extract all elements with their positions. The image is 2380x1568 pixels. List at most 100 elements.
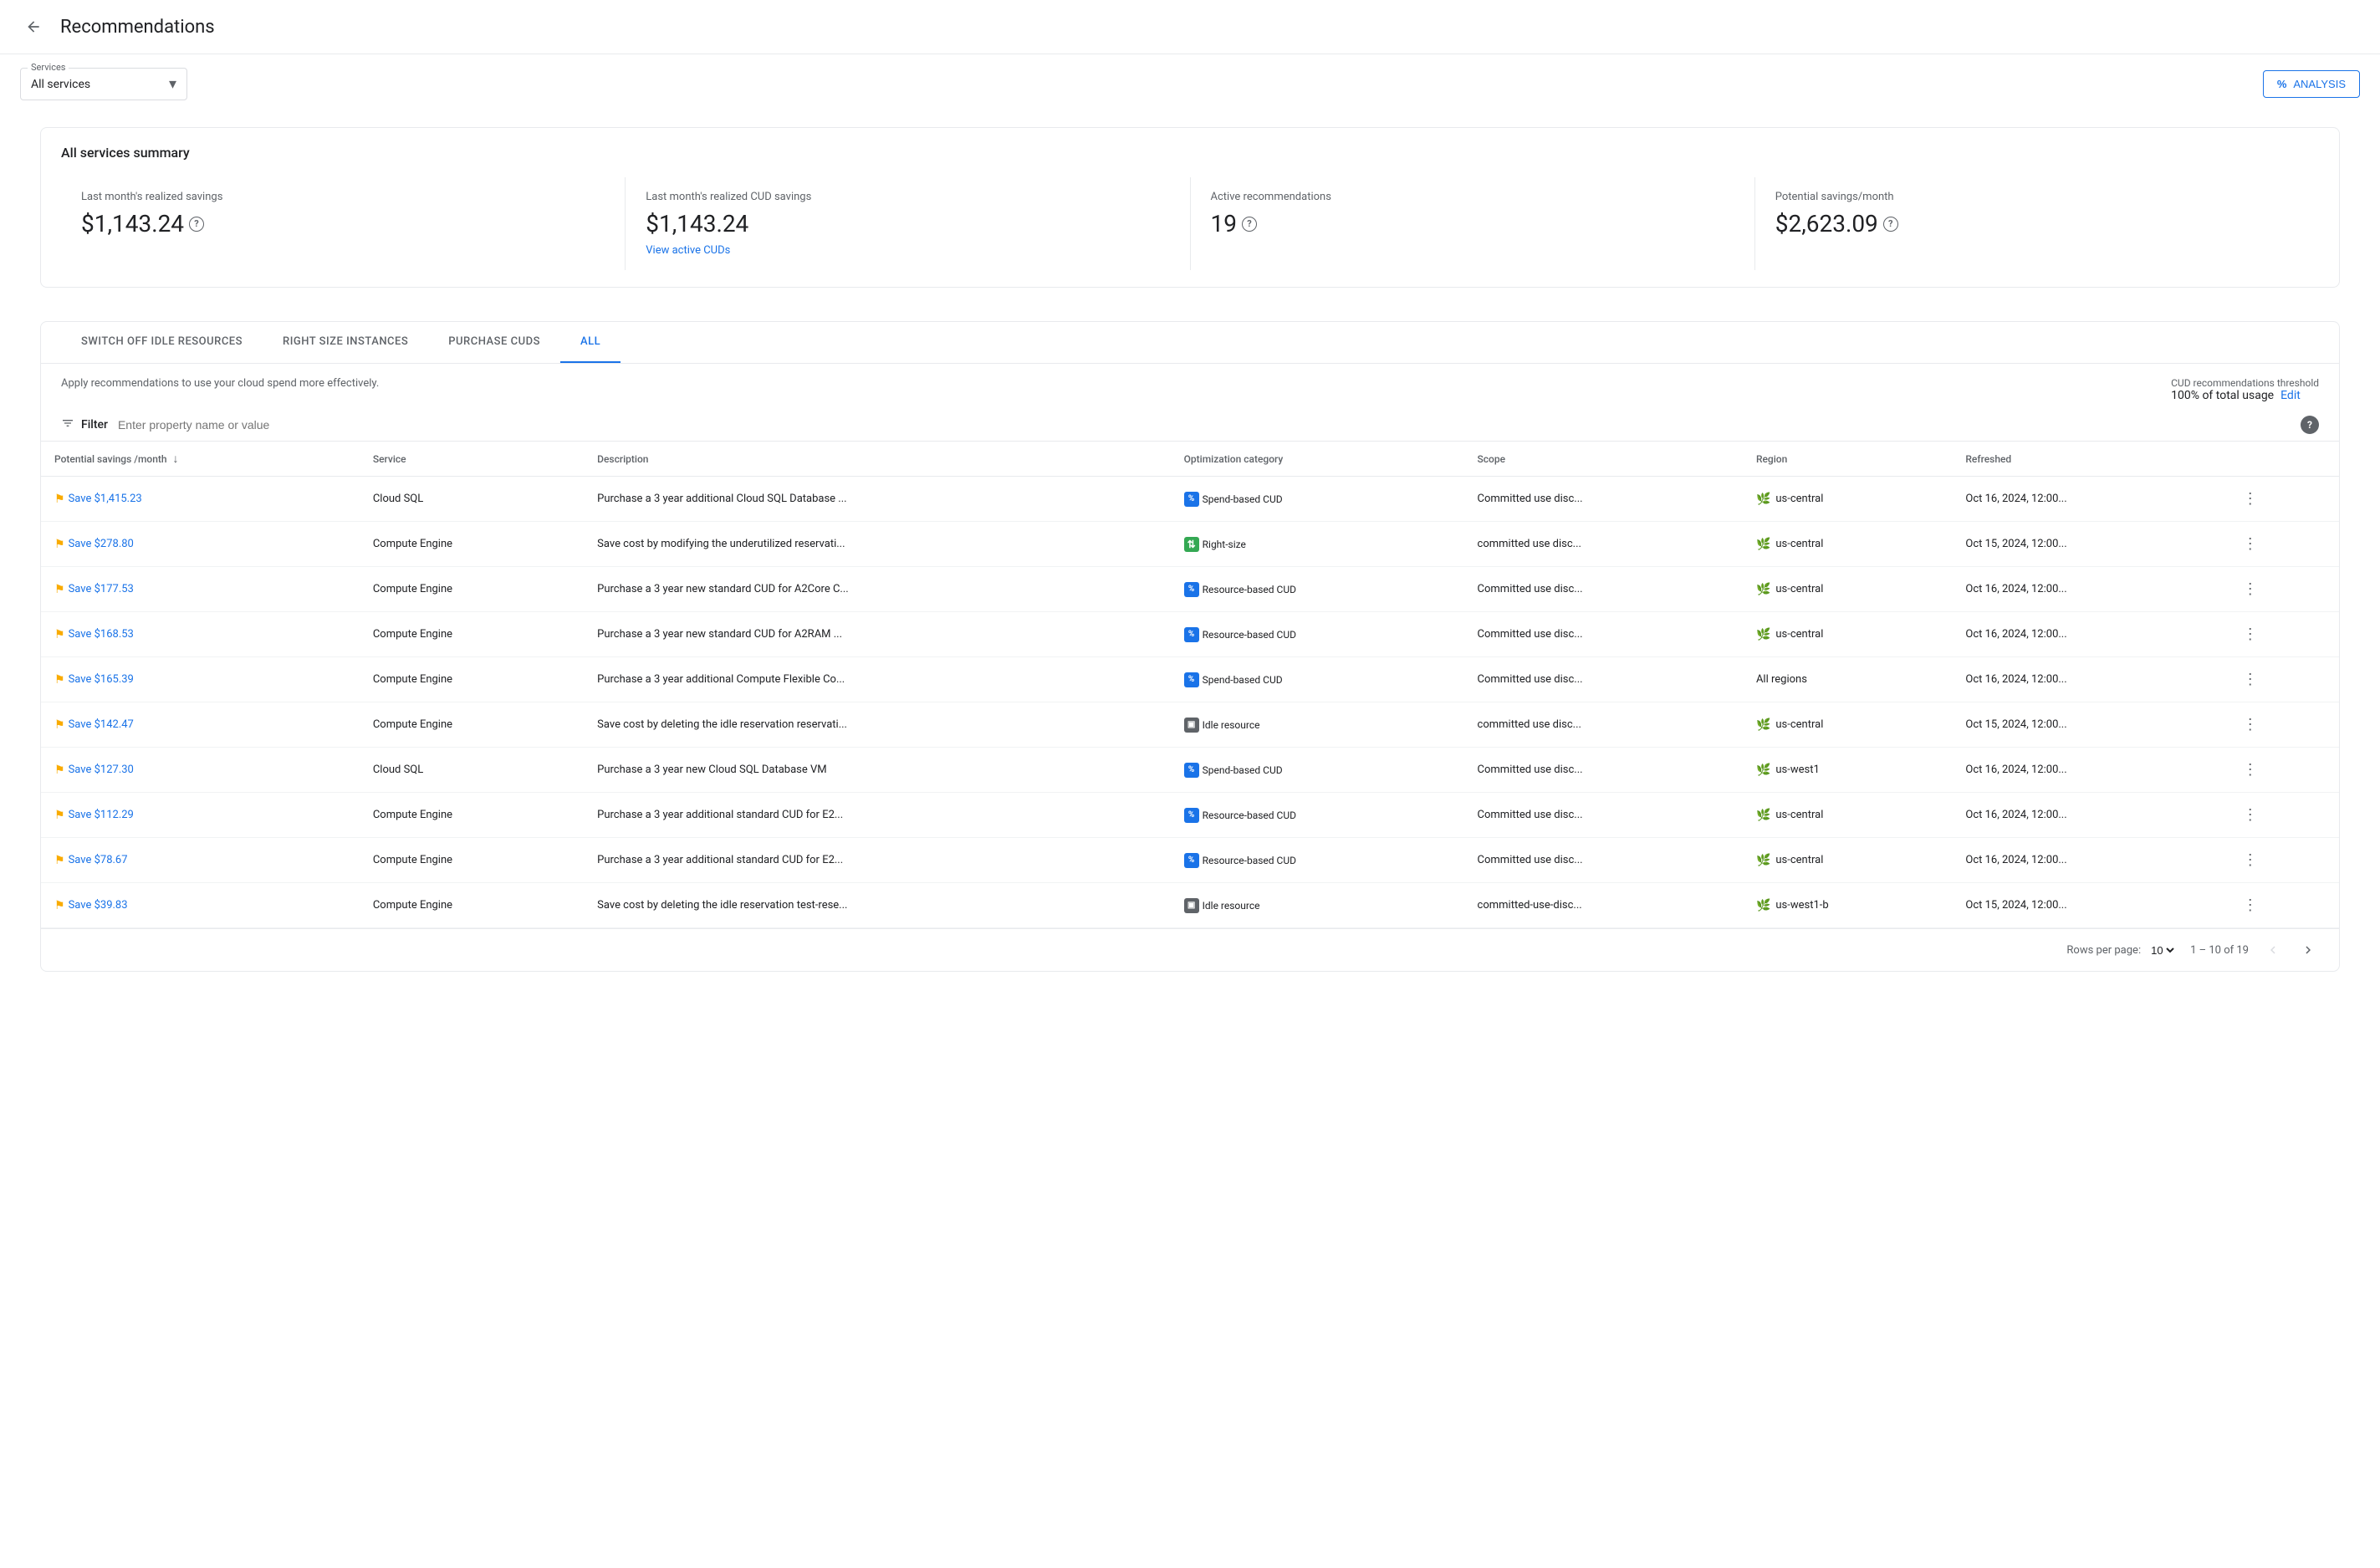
optimization-label: Spend-based CUD: [1203, 674, 1283, 686]
savings-link[interactable]: Save $1,415.23: [69, 493, 142, 505]
more-actions-button[interactable]: ⋮: [2236, 848, 2265, 872]
page-title: Recommendations: [60, 17, 215, 38]
summary-card-realized-savings: Last month's realized savings $1,143.24 …: [61, 177, 626, 270]
more-actions-button[interactable]: ⋮: [2236, 622, 2265, 646]
cell-region: 🌿 us-west1: [1743, 748, 1952, 793]
optimization-label: Right-size: [1203, 539, 1246, 550]
previous-page-button[interactable]: [2262, 939, 2284, 961]
realized-savings-help-icon[interactable]: ?: [189, 217, 204, 232]
col-region: Region: [1743, 442, 1952, 477]
cell-optimization: % Spend-based CUD: [1171, 748, 1464, 793]
cell-region: 🌿 us-central: [1743, 702, 1952, 748]
more-actions-button[interactable]: ⋮: [2236, 893, 2265, 917]
cell-refreshed: Oct 15, 2024, 12:00...: [1952, 883, 2222, 928]
services-dropdown[interactable]: Services All services ▾: [20, 68, 187, 100]
cell-actions: ⋮: [2223, 793, 2339, 838]
potential-savings-help-icon[interactable]: ?: [1883, 217, 1898, 232]
flag-icon: ⚑: [54, 718, 65, 732]
col-description: Description: [584, 442, 1170, 477]
table-row: ⚑ Save $168.53 Compute Engine Purchase a…: [41, 612, 2339, 657]
table-row: ⚑ Save $112.29 Compute Engine Purchase a…: [41, 793, 2339, 838]
filter-bar: Filter ?: [41, 409, 2339, 442]
table-row: ⚑ Save $39.83 Compute Engine Save cost b…: [41, 883, 2339, 928]
optimization-label: Idle resource: [1203, 900, 1260, 912]
region-leaf-icon: 🌿: [1756, 854, 1770, 867]
cell-savings: ⚑ Save $39.83: [41, 883, 360, 928]
savings-link[interactable]: Save $168.53: [69, 628, 134, 641]
savings-link[interactable]: Save $142.47: [69, 718, 134, 731]
cell-scope: committed-use-disc...: [1464, 883, 1743, 928]
more-actions-button[interactable]: ⋮: [2236, 532, 2265, 556]
cell-optimization: % Resource-based CUD: [1171, 612, 1464, 657]
cell-service: Cloud SQL: [360, 748, 584, 793]
cell-actions: ⋮: [2223, 838, 2339, 883]
savings-link[interactable]: Save $165.39: [69, 673, 134, 686]
savings-link[interactable]: Save $278.80: [69, 538, 134, 550]
filter-label: Filter: [81, 418, 108, 432]
view-active-cuds-link[interactable]: View active CUDs: [646, 244, 1169, 257]
more-actions-button[interactable]: ⋮: [2236, 667, 2265, 692]
pagination: Rows per page: 10 25 50 1 – 10 of 19: [41, 928, 2339, 971]
table-row: ⚑ Save $1,415.23 Cloud SQL Purchase a 3 …: [41, 477, 2339, 522]
optimization-label: Resource-based CUD: [1203, 629, 1296, 641]
filter-input[interactable]: [118, 418, 2301, 432]
region-label: us-central: [1775, 718, 1823, 731]
more-actions-button[interactable]: ⋮: [2236, 487, 2265, 511]
analysis-button[interactable]: % ANALYSIS: [2263, 70, 2360, 98]
cell-savings: ⚑ Save $177.53: [41, 567, 360, 612]
more-actions-button[interactable]: ⋮: [2236, 577, 2265, 601]
more-actions-button[interactable]: ⋮: [2236, 712, 2265, 737]
analysis-button-label: ANALYSIS: [2293, 78, 2346, 90]
cell-region: 🌿 us-central: [1743, 612, 1952, 657]
savings-link[interactable]: Save $78.67: [69, 854, 128, 866]
tabs-bar: SWITCH OFF IDLE RESOURCES RIGHT SIZE INS…: [41, 322, 2339, 364]
tab-purchase-cuds[interactable]: PURCHASE CUDS: [428, 322, 560, 363]
cell-region: 🌿 us-central: [1743, 522, 1952, 567]
flag-icon: ⚑: [54, 854, 65, 867]
cell-savings: ⚑ Save $278.80: [41, 522, 360, 567]
more-actions-button[interactable]: ⋮: [2236, 758, 2265, 782]
potential-savings-label: Potential savings/month: [1775, 191, 2299, 203]
cell-description: Save cost by deleting the idle reservati…: [584, 883, 1170, 928]
page-info: 1 – 10 of 19: [2190, 944, 2249, 957]
cell-refreshed: Oct 16, 2024, 12:00...: [1952, 612, 2222, 657]
flag-icon: ⚑: [54, 493, 65, 506]
recommendations-section: SWITCH OFF IDLE RESOURCES RIGHT SIZE INS…: [20, 321, 2360, 972]
savings-link[interactable]: Save $39.83: [69, 899, 128, 912]
cell-refreshed: Oct 16, 2024, 12:00...: [1952, 657, 2222, 702]
tab-right-size[interactable]: RIGHT SIZE INSTANCES: [263, 322, 428, 363]
cell-description: Purchase a 3 year additional standard CU…: [584, 838, 1170, 883]
region-leaf-icon: 🌿: [1756, 899, 1770, 912]
savings-link[interactable]: Save $112.29: [69, 809, 134, 821]
next-page-button[interactable]: [2297, 939, 2319, 961]
more-actions-button[interactable]: ⋮: [2236, 803, 2265, 827]
rows-per-page-select[interactable]: 10 25 50: [2148, 943, 2177, 958]
region-label: us-central: [1775, 809, 1823, 821]
filter-help-icon[interactable]: ?: [2301, 416, 2319, 434]
tab-all[interactable]: ALL: [560, 322, 621, 363]
table-description: Apply recommendations to use your cloud …: [61, 377, 379, 390]
flag-icon: ⚑: [54, 583, 65, 596]
savings-link[interactable]: Save $127.30: [69, 764, 134, 776]
summary-card-cud-savings: Last month's realized CUD savings $1,143…: [626, 177, 1190, 270]
active-recs-value: 19 ?: [1211, 210, 1734, 237]
services-dropdown-value: All services: [31, 78, 169, 91]
optimization-label: Resource-based CUD: [1203, 855, 1296, 866]
cell-region: All regions: [1743, 657, 1952, 702]
summary-section: All services summary Last month's realiz…: [40, 127, 2340, 288]
dropdown-arrow-icon: ▾: [169, 75, 176, 93]
savings-link[interactable]: Save $177.53: [69, 583, 134, 595]
services-dropdown-label: Services: [28, 62, 69, 73]
cud-threshold-label: CUD recommendations threshold: [2171, 377, 2319, 389]
cell-description: Purchase a 3 year new standard CUD for A…: [584, 567, 1170, 612]
active-recs-help-icon[interactable]: ?: [1242, 217, 1257, 232]
cell-service: Compute Engine: [360, 657, 584, 702]
cell-savings: ⚑ Save $112.29: [41, 793, 360, 838]
cud-threshold-edit-link[interactable]: Edit: [2280, 389, 2301, 402]
table-row: ⚑ Save $127.30 Cloud SQL Purchase a 3 ye…: [41, 748, 2339, 793]
back-button[interactable]: [20, 13, 47, 40]
tab-switch-off[interactable]: SWITCH OFF IDLE RESOURCES: [61, 322, 263, 363]
cell-scope: Committed use disc...: [1464, 612, 1743, 657]
cell-actions: ⋮: [2223, 477, 2339, 522]
flag-icon: ⚑: [54, 764, 65, 777]
